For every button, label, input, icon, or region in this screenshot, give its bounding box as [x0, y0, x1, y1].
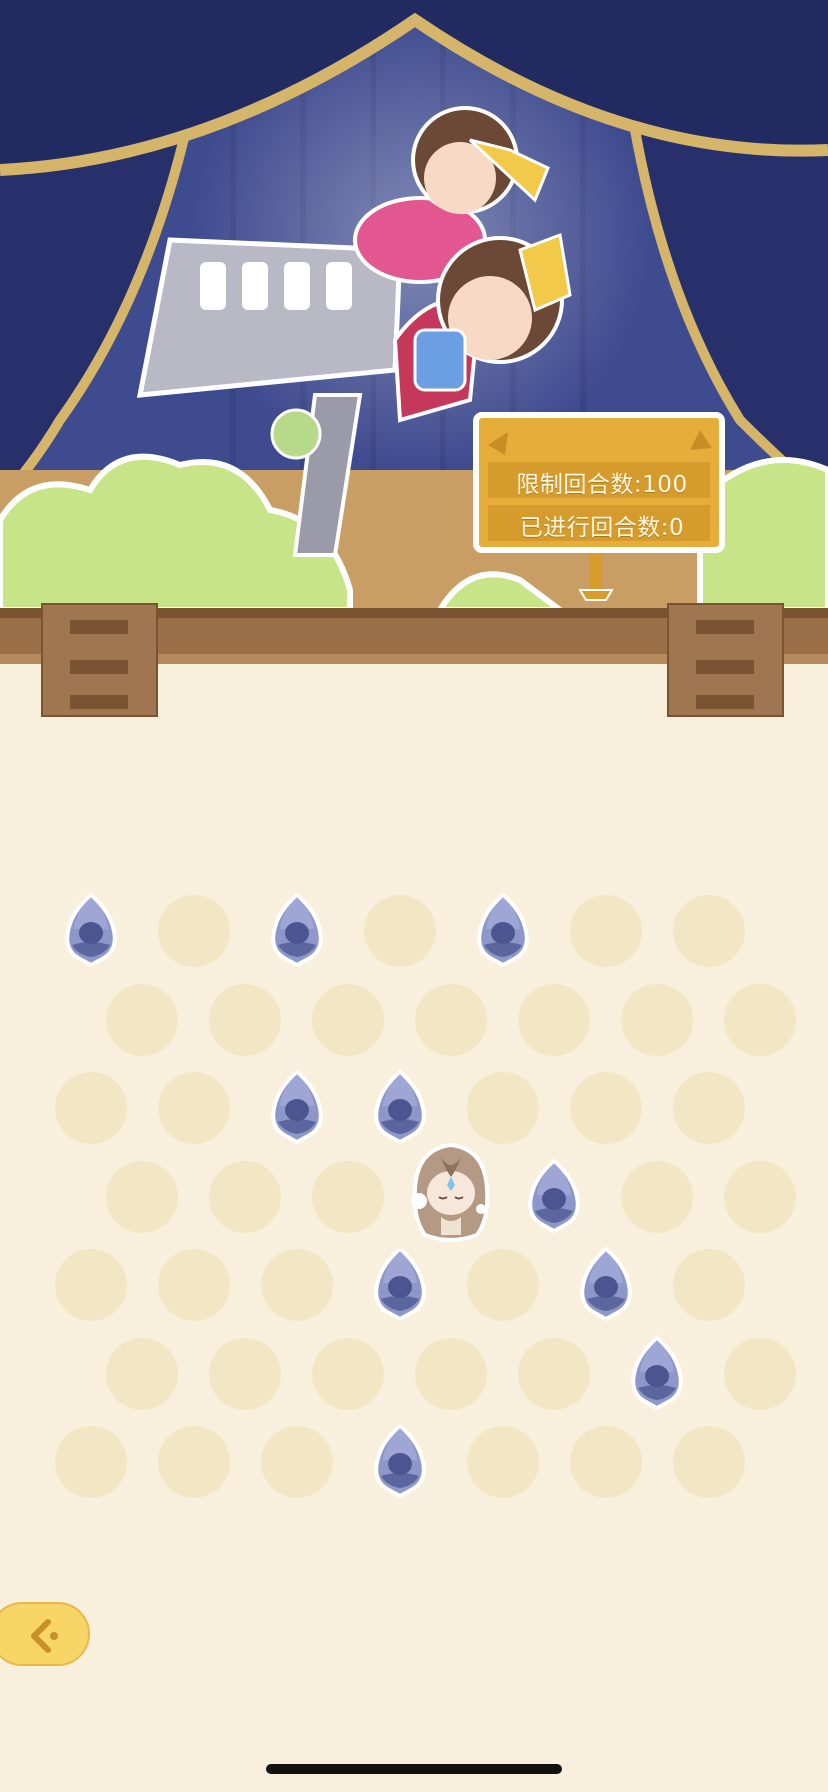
board-cell[interactable] — [724, 1160, 796, 1233]
hooded-ghost-icon[interactable] — [367, 1422, 433, 1499]
board-cell[interactable] — [621, 1160, 693, 1233]
hooded-ghost-icon[interactable] — [264, 1068, 330, 1145]
board-cell[interactable] — [209, 1160, 281, 1233]
board-cell[interactable] — [415, 1337, 487, 1410]
hooded-ghost-icon[interactable] — [470, 891, 536, 968]
board-cell[interactable] — [415, 983, 487, 1056]
board-cell[interactable] — [621, 983, 693, 1056]
board-cell[interactable] — [312, 1337, 384, 1410]
board-cell[interactable] — [570, 1426, 642, 1498]
board-cell[interactable] — [106, 983, 178, 1056]
board-cell[interactable] — [158, 895, 230, 967]
board-cell[interactable] — [106, 1337, 178, 1410]
board-cell[interactable] — [673, 895, 745, 967]
board-cell[interactable] — [209, 983, 281, 1056]
home-indicator — [266, 1764, 562, 1774]
round-limit-label: 限制回合数:100 — [516, 472, 688, 498]
board-cell[interactable] — [467, 1072, 539, 1144]
board-cell[interactable] — [261, 1426, 333, 1498]
board-cell[interactable] — [209, 1337, 281, 1410]
board-cell[interactable] — [724, 983, 796, 1056]
rounds-played-label: 已进行回合数:0 — [519, 515, 685, 541]
hooded-ghost-icon[interactable] — [624, 1334, 690, 1410]
hooded-ghost-icon[interactable] — [367, 1245, 433, 1322]
hooded-ghost-icon[interactable] — [367, 1068, 433, 1145]
hooded-ghost-icon[interactable] — [573, 1245, 639, 1322]
hooded-ghost-icon[interactable] — [264, 891, 330, 968]
board-cell[interactable] — [673, 1249, 745, 1321]
back-button[interactable] — [0, 1602, 90, 1666]
board-cell[interactable] — [570, 1072, 642, 1144]
board-cell[interactable] — [673, 1072, 745, 1144]
girl-character-icon[interactable] — [405, 1139, 497, 1247]
board-cell[interactable] — [55, 1426, 127, 1498]
back-arrow-icon — [31, 1619, 58, 1653]
board-cell[interactable] — [518, 1337, 590, 1410]
board-cell[interactable] — [570, 895, 642, 967]
board-cell[interactable] — [106, 1160, 178, 1233]
board-cell[interactable] — [673, 1426, 745, 1498]
board-cell[interactable] — [55, 1249, 127, 1321]
hooded-ghost-icon[interactable] — [58, 891, 124, 968]
board-cell[interactable] — [261, 1249, 333, 1321]
board-cell[interactable] — [467, 1249, 539, 1321]
board-cell[interactable] — [312, 983, 384, 1056]
board-cell[interactable] — [158, 1426, 230, 1498]
board-cell[interactable] — [467, 1426, 539, 1498]
board-cell[interactable] — [55, 1072, 127, 1144]
board-cell[interactable] — [158, 1072, 230, 1144]
board-cell[interactable] — [158, 1249, 230, 1321]
stage-scene — [0, 0, 828, 717]
board-cell[interactable] — [724, 1337, 796, 1410]
board-cell[interactable] — [364, 895, 436, 967]
hooded-ghost-icon[interactable] — [521, 1157, 587, 1233]
board-cell[interactable] — [312, 1160, 384, 1233]
board-cell[interactable] — [518, 983, 590, 1056]
